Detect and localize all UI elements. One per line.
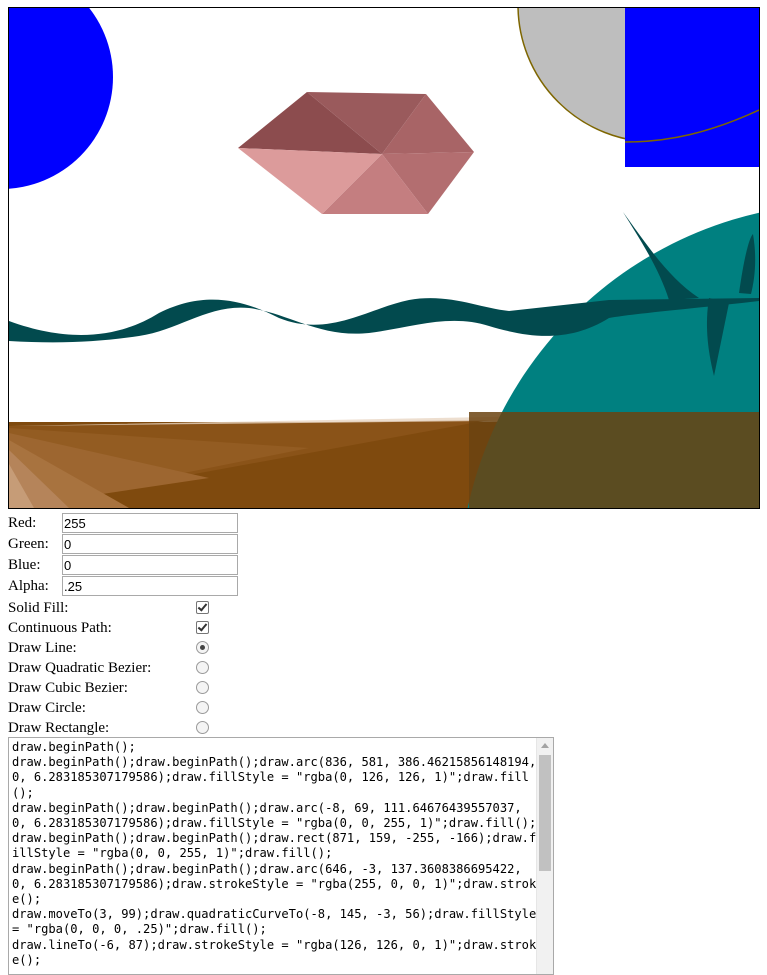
solid-fill-row: Solid Fill: [8, 598, 218, 618]
solid-fill-label: Solid Fill: [8, 600, 69, 616]
blue-rectangle [625, 8, 759, 167]
draw-circle-row: Draw Circle: [8, 698, 218, 718]
red-label: Red: [8, 515, 37, 531]
solid-fill-checkbox[interactable] [196, 601, 209, 614]
draw-quadratic-radio[interactable] [196, 661, 209, 674]
draw-cubic-radio[interactable] [196, 681, 209, 694]
draw-rectangle-label: Draw Rectangle: [8, 720, 110, 736]
draw-cubic-row: Draw Cubic Bezier: [8, 678, 218, 698]
green-input[interactable] [62, 534, 238, 554]
scroll-thumb[interactable] [539, 755, 551, 871]
code-output-textarea[interactable]: draw.beginPath(); draw.beginPath();draw.… [8, 737, 554, 975]
draw-rectangle-radio[interactable] [196, 721, 209, 734]
canvas-artwork [9, 8, 759, 508]
draw-circle-radio[interactable] [196, 701, 209, 714]
code-output-text: draw.beginPath(); draw.beginPath();draw.… [12, 740, 537, 967]
blue-input[interactable] [62, 555, 238, 575]
draw-rectangle-row: Draw Rectangle: [8, 718, 218, 738]
draw-circle-label: Draw Circle: [8, 700, 86, 716]
alpha-label: Alpha: [8, 578, 49, 594]
continuous-path-label: Continuous Path: [8, 620, 112, 636]
draw-line-radio[interactable] [196, 641, 209, 654]
green-label: Green: [8, 536, 49, 552]
continuous-path-row: Continuous Path: [8, 618, 218, 638]
alpha-input[interactable] [62, 576, 238, 596]
continuous-path-checkbox[interactable] [196, 621, 209, 634]
code-scrollbar[interactable] [536, 738, 553, 974]
draw-line-label: Draw Line: [8, 640, 77, 656]
blue-label: Blue: [8, 557, 41, 573]
draw-quadratic-row: Draw Quadratic Bezier: [8, 658, 218, 678]
scroll-up-arrow-icon[interactable] [541, 743, 549, 748]
draw-cubic-label: Draw Cubic Bezier: [8, 680, 128, 696]
red-input[interactable] [62, 513, 238, 533]
blue-circle [9, 8, 113, 189]
hexagon-gem [238, 92, 474, 214]
ground-overlay [469, 412, 759, 508]
draw-quadratic-label: Draw Quadratic Bezier: [8, 660, 152, 676]
draw-line-row: Draw Line: [8, 638, 218, 658]
drawing-canvas[interactable] [8, 7, 760, 509]
